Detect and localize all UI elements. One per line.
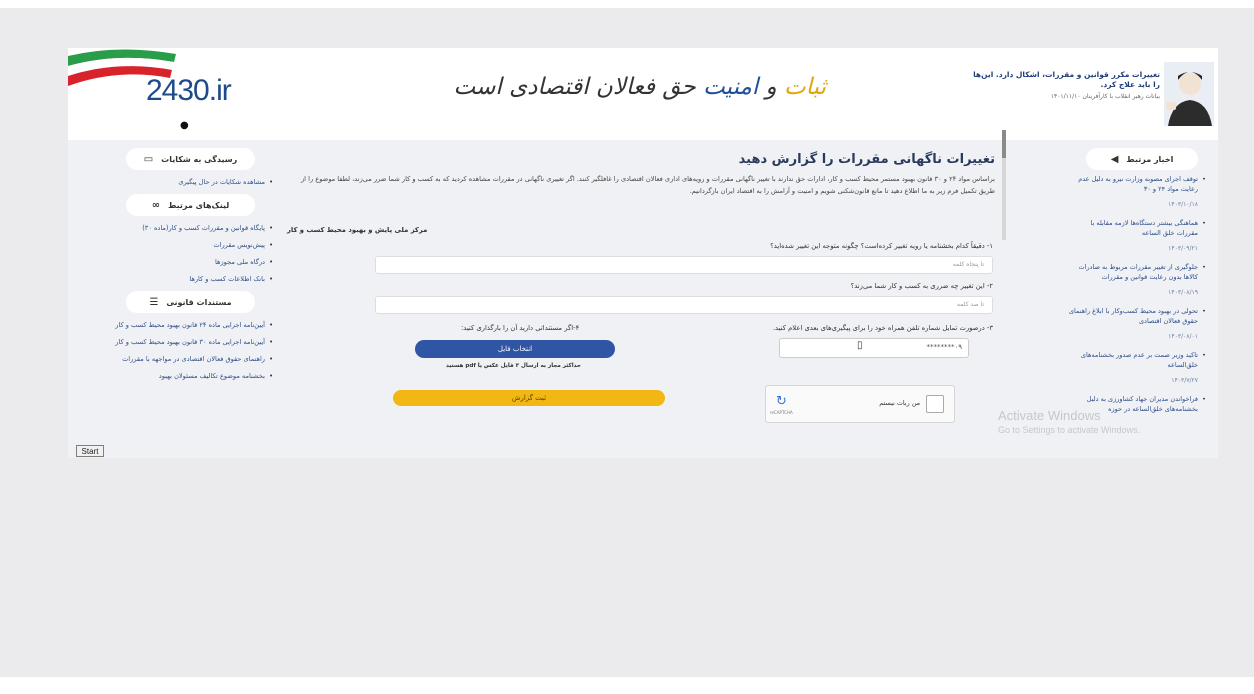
- list-item[interactable]: بانک اطلاعات کسب و کارها: [108, 274, 273, 284]
- recaptcha-logo-icon: ↻: [776, 394, 787, 409]
- page-title: تغییرات ناگهانی مقررات را گزارش دهید: [738, 152, 995, 167]
- leader-quote: تغییرات مکرر قوانین و مقررات، اشکال دارد…: [970, 70, 1160, 120]
- list-item[interactable]: راهنمای حقوق فعالان اقتصادی در مواجهه با…: [108, 354, 273, 364]
- left-sidebar: رسیدگی به شکایات ▭ مشاهده شکایات در حال …: [108, 144, 273, 454]
- news-item[interactable]: تحولی در بهبود محیط کسب‌وکار با ابلاغ را…: [1068, 306, 1206, 342]
- submit-report-button[interactable]: ثبت گزارش: [393, 390, 665, 406]
- question-1-textarea[interactable]: تا پنجاه کلمه: [375, 256, 993, 274]
- phone-icon: ▯: [857, 340, 863, 351]
- complaints-list: مشاهده شکایات در حال پیگیری: [108, 177, 273, 187]
- intro-text: براساس مواد ۲۴ و ۳۰ قانون بهبود مستمر مح…: [301, 175, 995, 195]
- bottom-margin: [0, 677, 1254, 694]
- list-item[interactable]: بخشنامه موضوع تکالیف مسئولان بهبود: [108, 371, 273, 381]
- news-header: اخبار مرتبط ◀: [1086, 148, 1198, 170]
- links-title: لینک‌های مرتبط: [168, 200, 230, 210]
- news-item[interactable]: جلوگیری از تغییر مقررات مربوط به صادرات …: [1068, 262, 1206, 298]
- list-item[interactable]: درگاه ملی مجوزها: [108, 257, 273, 267]
- watermark-line-2: Go to Settings to activate Windows.: [998, 425, 1141, 435]
- news-scrollbar-thumb[interactable]: [1002, 130, 1006, 158]
- list-item[interactable]: آیین‌نامه اجرایی ماده ۲۴ قانون بهبود محی…: [108, 320, 273, 330]
- news-item[interactable]: توقف اجرای مصوبه وزارت نیرو به دلیل عدم …: [1068, 174, 1206, 210]
- link-icon: ∞: [151, 199, 161, 211]
- question-2-textarea[interactable]: تا صد کلمه: [375, 296, 993, 314]
- quote-text: تغییرات مکرر قوانین و مقررات، اشکال دارد…: [973, 70, 1160, 89]
- question-3-label: ۳- درصورت تمایل شماره تلفن همراه خود را …: [772, 324, 993, 332]
- list-item[interactable]: مشاهده شکایات در حال پیگیری: [108, 177, 273, 187]
- windows-activation-watermark: Activate Windows Go to Settings to activ…: [998, 408, 1140, 435]
- recaptcha-label: من ربات نیستم: [879, 399, 920, 407]
- leader-portrait: [1164, 62, 1214, 126]
- complaints-title: رسیدگی به شکایات: [161, 154, 238, 164]
- inbox-icon: ▭: [143, 153, 154, 165]
- site-header: 2430.ir ● ثبات و امنیت حق فعالان اقتصادی…: [68, 48, 1218, 140]
- recaptcha-brand: reCAPTCHA: [770, 410, 793, 415]
- apple-icon: ●: [180, 120, 189, 131]
- links-header: لینک‌های مرتبط ∞: [126, 194, 255, 216]
- file-limit-note: حداکثر مجاز به ارسال ۳ فایل عکس یا pdf ه…: [446, 363, 581, 369]
- recaptcha-widget: من ربات نیستم ↻ reCAPTCHA: [765, 385, 955, 423]
- docs-list: آیین‌نامه اجرایی ماده ۲۴ قانون بهبود محی…: [108, 320, 273, 381]
- choose-file-button[interactable]: انتخاب فایل: [415, 340, 615, 358]
- docs-header: مستندات قانونی ☰: [126, 291, 255, 313]
- news-item[interactable]: هماهنگی بیشتر دستگاه‌ها لازمه مقابله با …: [1068, 218, 1206, 254]
- start-button[interactable]: Start: [76, 445, 104, 457]
- list-icon: ☰: [149, 296, 159, 308]
- list-item[interactable]: آیین‌نامه اجرایی ماده ۳۰ قانون بهبود محی…: [108, 337, 273, 347]
- top-margin: [0, 0, 1254, 8]
- recaptcha-checkbox[interactable]: [926, 395, 944, 413]
- web-page: 2430.ir ● ثبات و امنیت حق فعالان اقتصادی…: [68, 48, 1218, 458]
- question-4-label: ۴-اگر مستنداتی دارید آن را بارگذاری کنید…: [461, 324, 580, 332]
- list-item[interactable]: پیش‌نویس مقررات: [108, 240, 273, 250]
- news-title: اخبار مرتبط: [1126, 154, 1174, 164]
- phone-input[interactable]: ۰۹********: [779, 338, 969, 358]
- center-name: مرکز ملی پایش و بهبود محیط کسب و کار: [287, 226, 428, 234]
- report-form-panel: تغییرات ناگهانی مقررات را گزارش دهید برا…: [283, 144, 1013, 454]
- megaphone-icon: ◀: [1110, 153, 1119, 165]
- site-domain[interactable]: 2430.ir: [146, 74, 232, 108]
- list-item[interactable]: پایگاه قوانین و مقررات کسب و کار(ماده ۳۰…: [108, 223, 273, 233]
- quote-source: بیانات رهبر انقلاب با کارآفرینان ۱۴۰۱/۱۱…: [1050, 93, 1160, 100]
- question-2-label: ۲- این تغییر چه ضرری به کسب و کار شما می…: [850, 282, 993, 290]
- question-1-label: ۱- دقیقاً کدام بخشنامه یا رویه تغییر کرد…: [770, 242, 993, 250]
- news-list: توقف اجرای مصوبه وزارت نیرو به دلیل عدم …: [1068, 174, 1216, 414]
- site-slogan: ثبات و امنیت حق فعالان اقتصادی است: [453, 74, 826, 100]
- news-item[interactable]: تاکید وزیر صمت بر عدم صدور بخشنامه‌های خ…: [1068, 350, 1206, 386]
- links-list: پایگاه قوانین و مقررات کسب و کار(ماده ۳۰…: [108, 223, 273, 284]
- complaints-header: رسیدگی به شکایات ▭: [126, 148, 255, 170]
- watermark-line-1: Activate Windows: [998, 408, 1101, 423]
- docs-title: مستندات قانونی: [166, 297, 232, 307]
